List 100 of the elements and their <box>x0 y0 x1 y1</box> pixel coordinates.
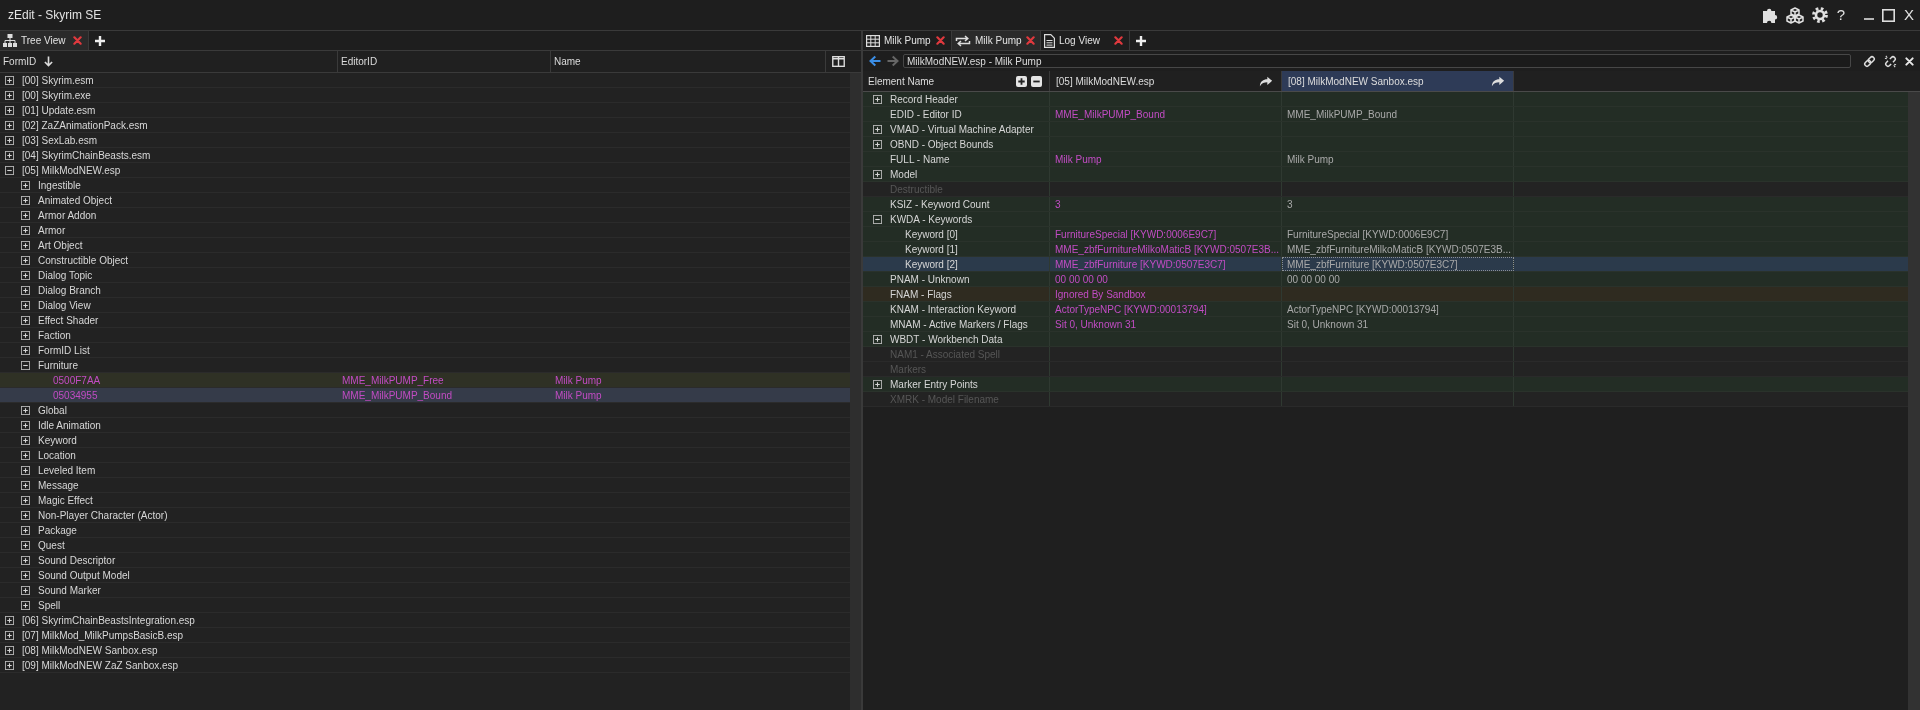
collapse-icon[interactable] <box>21 360 30 370</box>
expand-icon[interactable] <box>21 345 30 355</box>
expand-icon[interactable] <box>5 105 14 115</box>
element-row[interactable]: WBDT - Workbench Data <box>863 332 1908 347</box>
element-row[interactable]: Model <box>863 167 1908 182</box>
columns-icon[interactable] <box>831 56 845 67</box>
element-row[interactable]: FNAM - Flags Ignored By Sandbox <box>863 287 1908 302</box>
expand-icon[interactable] <box>21 195 30 205</box>
tree-node[interactable]: Quest <box>0 538 850 553</box>
element-row[interactable]: EDID - Editor ID MME_MilkPUMP_Bound MME_MilkPUMP_Bound <box>863 107 1908 122</box>
collapse-icon[interactable] <box>873 214 882 224</box>
tree-node[interactable]: Effect Shader <box>0 313 850 328</box>
address-field[interactable]: MilkModNEW.esp - Milk Pump <box>903 54 1851 68</box>
tree-node[interactable]: [05] MilkModNEW.esp <box>0 163 850 178</box>
column-header[interactable]: Name <box>551 51 826 72</box>
expand-icon[interactable] <box>5 120 14 130</box>
tree-node[interactable]: Location <box>0 448 850 463</box>
element-row[interactable]: FULL - Name Milk Pump Milk Pump <box>863 152 1908 167</box>
expand-icon[interactable] <box>21 330 30 340</box>
tree-node[interactable]: Non-Player Character (Actor) <box>0 508 850 523</box>
tree-node[interactable]: [01] Update.esm <box>0 103 850 118</box>
unlink-icon[interactable] <box>1884 54 1897 68</box>
tree-node[interactable]: [07] MilkMod_MilkPumpsBasicB.esp <box>0 628 850 643</box>
element-row[interactable]: Record Header <box>863 92 1908 107</box>
expand-icon[interactable] <box>21 465 30 475</box>
expand-icon[interactable] <box>5 660 14 670</box>
puzzle-icon[interactable] <box>1761 6 1778 24</box>
scrollbar[interactable] <box>1908 92 1920 710</box>
column-header[interactable]: FormID <box>0 51 338 72</box>
forward-arrow-icon[interactable] <box>887 55 899 67</box>
element-row[interactable]: Keyword [0] FurnitureSpecial [KYWD:0006E9C7] FurnitureSpecial [KYWD:0006E9C7] <box>863 227 1908 242</box>
tree-node[interactable]: Faction <box>0 328 850 343</box>
tree-node[interactable]: Sound Descriptor <box>0 553 850 568</box>
link-icon[interactable] <box>1863 54 1876 68</box>
element-row[interactable]: KNAM - Interaction Keyword ActorTypeNPC [KYWD:00013794] ActorTypeNPC [KYWD:00013794] <box>863 302 1908 317</box>
collapse-all-icon[interactable] <box>1031 75 1042 87</box>
tree-node[interactable]: Animated Object <box>0 193 850 208</box>
expand-icon[interactable] <box>21 210 30 220</box>
expand-icon[interactable] <box>5 615 14 625</box>
tree-node[interactable]: Keyword <box>0 433 850 448</box>
tree-node[interactable]: Ingestible <box>0 178 850 193</box>
expand-icon[interactable] <box>21 180 30 190</box>
tree-node[interactable]: Constructible Object <box>0 253 850 268</box>
expand-icon[interactable] <box>21 510 30 520</box>
tree-node[interactable]: [04] SkyrimChainBeasts.esm <box>0 148 850 163</box>
expand-icon[interactable] <box>21 525 30 535</box>
element-row[interactable]: MNAM - Active Markers / Flags Sit 0, Unknown 31 Sit 0, Unknown 31 <box>863 317 1908 332</box>
tree-node[interactable]: [08] MilkModNEW Sanbox.esp <box>0 643 850 658</box>
expand-icon[interactable] <box>873 124 882 134</box>
expand-icon[interactable] <box>21 540 30 550</box>
tree-node[interactable]: [06] SkyrimChainBeastsIntegration.esp <box>0 613 850 628</box>
expand-icon[interactable] <box>5 90 14 100</box>
tree-node[interactable]: Sound Output Model <box>0 568 850 583</box>
maximize-icon[interactable] <box>1882 8 1895 22</box>
element-row[interactable]: Marker Entry Points <box>863 377 1908 392</box>
expand-all-icon[interactable] <box>1016 75 1027 87</box>
expand-icon[interactable] <box>873 379 882 389</box>
tree-node[interactable]: Armor <box>0 223 850 238</box>
element-row[interactable]: KWDA - Keywords <box>863 212 1908 227</box>
tree-node[interactable]: Sound Marker <box>0 583 850 598</box>
expand-icon[interactable] <box>873 139 882 149</box>
plus-icon[interactable] <box>1136 35 1146 46</box>
settings-icon[interactable] <box>1811 7 1828 23</box>
collapse-icon[interactable] <box>5 165 14 175</box>
expand-icon[interactable] <box>21 315 30 325</box>
tree-node[interactable]: Message <box>0 478 850 493</box>
expand-icon[interactable] <box>21 225 30 235</box>
tree-node[interactable]: Global <box>0 403 850 418</box>
element-row[interactable]: Keyword [1] MME_zbfFurnitureMilkoMaticB [KYWD:0507E3B... MME_zbfFurnitureMilkoMaticB [KYWD:0507E3B... <box>863 242 1908 257</box>
tree-node[interactable]: Armor Addon <box>0 208 850 223</box>
tab[interactable]: Milk Pump <box>863 31 952 50</box>
expand-icon[interactable] <box>21 405 30 415</box>
tree-node[interactable]: Dialog Topic <box>0 268 850 283</box>
element-row[interactable]: PNAM - Unknown 00 00 00 00 00 00 00 00 <box>863 272 1908 287</box>
expand-icon[interactable] <box>873 334 882 344</box>
column-header[interactable]: Element Name <box>863 71 1050 91</box>
scrollbar[interactable] <box>850 73 861 710</box>
plus-icon[interactable] <box>95 35 105 46</box>
expand-icon[interactable] <box>5 75 14 85</box>
expand-icon[interactable] <box>21 300 30 310</box>
expand-icon[interactable] <box>21 285 30 295</box>
expand-icon[interactable] <box>873 94 882 104</box>
expand-icon[interactable] <box>21 240 30 250</box>
tree-node[interactable]: [00] Skyrim.esm <box>0 73 850 88</box>
expand-icon[interactable] <box>5 645 14 655</box>
tree-node[interactable]: Idle Animation <box>0 418 850 433</box>
tree-node[interactable]: Spell <box>0 598 850 613</box>
column-header[interactable]: EditorID <box>338 51 551 72</box>
back-arrow-icon[interactable] <box>869 55 881 67</box>
expand-icon[interactable] <box>21 420 30 430</box>
tree-node[interactable]: Dialog View <box>0 298 850 313</box>
tab[interactable]: Log View <box>1041 31 1130 50</box>
expand-icon[interactable] <box>21 585 30 595</box>
column-header[interactable]: [08] MilkModNEW Sanbox.esp <box>1282 71 1514 91</box>
cubes-icon[interactable] <box>1785 6 1804 24</box>
expand-icon[interactable] <box>873 169 882 179</box>
tree-node[interactable]: [02] ZaZAnimationPack.esm <box>0 118 850 133</box>
expand-icon[interactable] <box>21 495 30 505</box>
element-row[interactable]: KSIZ - Keyword Count 3 3 <box>863 197 1908 212</box>
share-arrow-icon[interactable] <box>1491 75 1505 87</box>
